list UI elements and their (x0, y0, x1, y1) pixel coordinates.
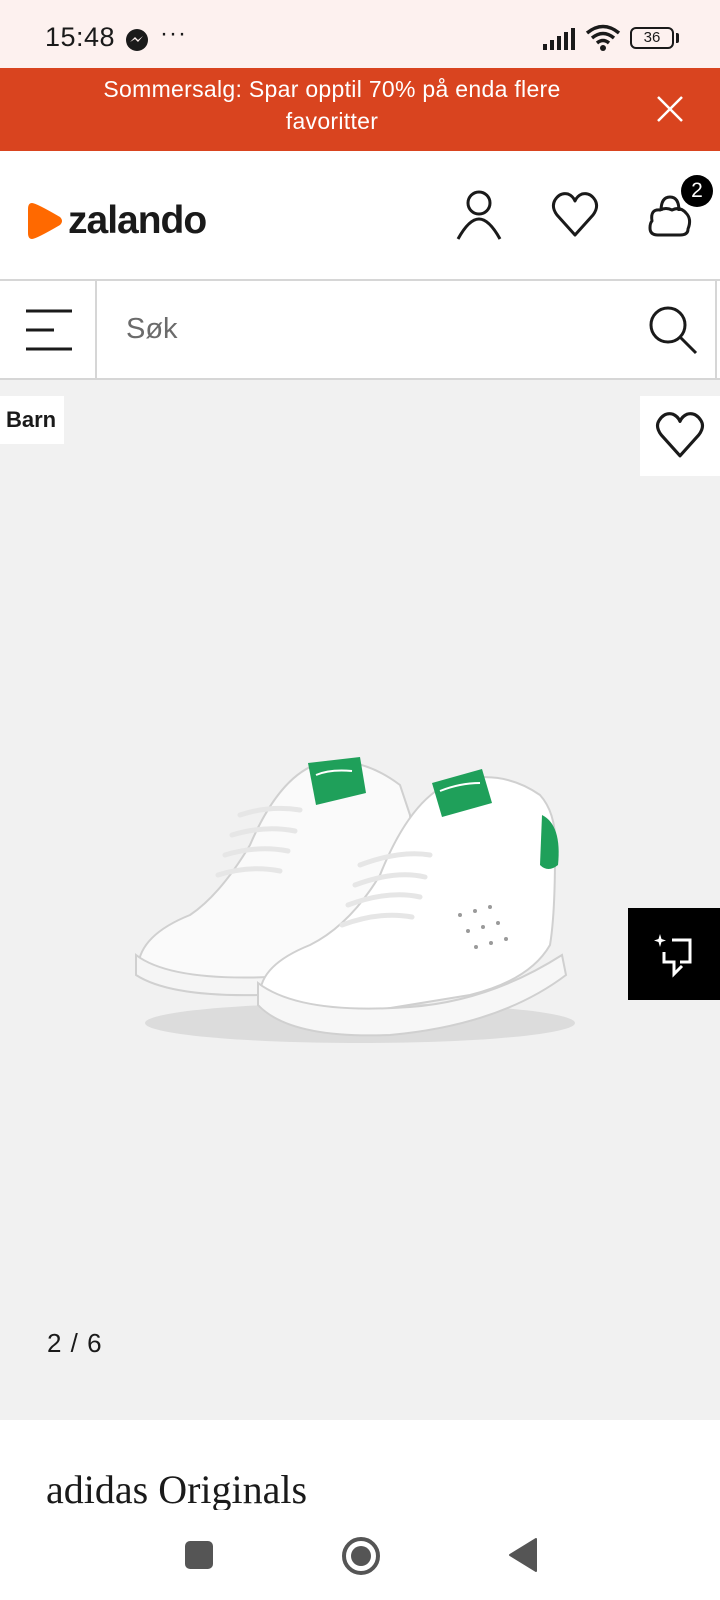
category-tag: Barn (0, 396, 65, 444)
signal-icon (543, 28, 575, 50)
status-time: 15:48 (45, 22, 116, 52)
visual-search-icon (654, 934, 692, 978)
find-similar-button[interactable] (628, 908, 720, 1000)
image-page-counter: 2 / 6 (47, 1328, 103, 1358)
back-icon[interactable] (508, 1537, 538, 1573)
more-notifications-icon: ··· (160, 20, 187, 47)
battery-level: 36 (643, 29, 661, 46)
zalando-logo[interactable]: zalando (26, 199, 207, 242)
search-input[interactable] (97, 281, 717, 378)
header: zalando 2 (0, 151, 720, 281)
close-icon[interactable] (650, 89, 690, 129)
account-icon[interactable] (455, 189, 503, 241)
wishlist-heart-icon[interactable] (551, 189, 599, 241)
zalando-logo-icon (28, 203, 62, 239)
logo-text: zalando (68, 199, 207, 242)
wifi-icon (585, 24, 621, 51)
promo-text: Sommersalg: Spar opptil 70% på enda fler… (103, 76, 561, 134)
search-icon[interactable] (647, 304, 699, 356)
home-icon[interactable] (341, 1536, 381, 1576)
battery-tip (676, 33, 679, 43)
heart-icon (655, 412, 705, 458)
product-image-gallery[interactable]: Barn 2 / 6 (0, 380, 720, 1420)
system-nav-bar (0, 1510, 720, 1600)
add-to-wishlist-button[interactable] (640, 396, 720, 476)
product-brand[interactable]: adidas Originals (46, 1468, 307, 1512)
status-bar: 15:48 ··· 36 (0, 0, 720, 68)
promo-banner[interactable]: Sommersalg: Spar opptil 70% på enda fler… (0, 68, 720, 151)
white-sneakers-with-green-heel-image (135, 757, 575, 1043)
bag-count-badge: 2 (681, 175, 713, 207)
search-row (0, 281, 720, 380)
hamburger-menu-icon (26, 309, 72, 351)
messenger-icon (126, 29, 148, 51)
battery-icon: 36 (630, 27, 674, 49)
recent-apps-icon[interactable] (184, 1540, 214, 1570)
menu-button[interactable] (0, 281, 97, 378)
